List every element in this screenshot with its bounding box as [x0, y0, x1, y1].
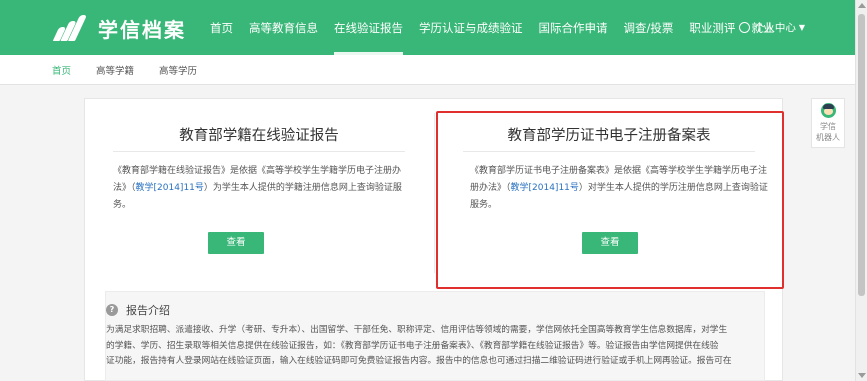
desc-line: 务。 — [113, 200, 132, 210]
sub-nav-bar: 首页 高等学籍 高等学历 — [0, 55, 855, 85]
scroll-down-icon[interactable] — [858, 373, 866, 378]
subnav-home[interactable]: 首页 — [52, 63, 71, 77]
user-icon — [738, 22, 750, 33]
top-navbar: 学信档案 首页 高等教育信息 在线验证报告 学历认证与成绩验证 国际合作申请 调… — [0, 0, 867, 55]
regulation-link[interactable]: 教学[2014]11号 — [136, 183, 204, 193]
main-nav: 首页 高等教育信息 在线验证报告 学历认证与成绩验证 国际合作申请 调查/投票 … — [210, 0, 790, 55]
chat-robot-widget[interactable]: 学信 机器人 — [811, 98, 845, 148]
intro-line: 的学籍、学历、招生录取等相关信息提供在线验证报告，如：《教育部学历证书电子注册备… — [106, 340, 719, 351]
view-enrollment-report-button[interactable]: 查看 — [208, 232, 264, 254]
robot-label: 学信 机器人 — [812, 121, 844, 143]
title-divider — [113, 151, 405, 152]
robot-avatar-icon — [821, 103, 836, 118]
nav-item-home[interactable]: 首页 — [210, 20, 233, 36]
nav-item-career-assessment[interactable]: 职业测评 — [689, 20, 735, 36]
chsi-logo[interactable]: 学信档案 — [52, 12, 186, 44]
enrollment-report-title: 教育部学籍在线验证报告 — [179, 128, 339, 144]
caret-down-icon: ▼ — [798, 23, 805, 32]
breadcrumb: 首页 高等学籍 高等学历 — [52, 55, 222, 85]
subnav-higher-degree[interactable]: 高等学历 — [159, 63, 197, 77]
logo-mark-icon — [52, 15, 92, 41]
question-icon: ? — [106, 304, 118, 316]
report-intro-text: 为满足求职招聘、派遣接收、升学（考研、专升本）、出国留学、干部任免、职称评定、信… — [106, 323, 766, 370]
robot-label-line: 机器人 — [816, 133, 840, 142]
report-intro-section: ? 报告介绍 为满足求职招聘、派遣接收、升学（考研、专升本）、出国留学、干部任免… — [105, 291, 765, 381]
enrollment-report-card: 教育部学籍在线验证报告 《教育部学籍在线验证报告》是依据《高等学校学生学籍学历电… — [85, 99, 433, 285]
intro-line: 为满足求职招聘、派遣接收、升学（考研、专升本）、出国留学、干部任免、职称评定、信… — [106, 325, 728, 335]
nav-item-degree-certification[interactable]: 学历认证与成绩验证 — [419, 20, 523, 36]
nav-item-international-cooperation[interactable]: 国际合作申请 — [539, 20, 608, 36]
desc-text: 法》（ — [113, 183, 136, 193]
vertical-scrollbar[interactable] — [855, 0, 867, 381]
report-intro-title: 报告介绍 — [126, 304, 170, 317]
subnav-higher-enrollment[interactable]: 高等学籍 — [96, 63, 134, 77]
desc-text: ）为学生本人提供的学籍注册信息网上查询验证服 — [203, 183, 402, 193]
enrollment-report-description: 《教育部学籍在线验证报告》是依据《高等学校学生学籍学历电子注册办 法》（教学[2… — [113, 163, 413, 214]
intro-line: 证功能，报告持有人登录网站在线验证页面，输入在线验证码即可免费验证报告内容。报告… — [106, 356, 732, 366]
user-center-label: 个人中心 — [753, 22, 796, 34]
highlight-box — [436, 111, 784, 289]
desc-line: 法》（教学[2014]11号）为学生本人提供的学籍注册信息网上查询验证服 — [113, 180, 413, 197]
nav-item-higher-education-info[interactable]: 高等教育信息 — [249, 20, 318, 36]
scrollbar-thumb[interactable] — [858, 14, 865, 296]
scroll-up-icon[interactable] — [858, 3, 866, 8]
user-center-menu[interactable]: 个人中心 ▼ — [738, 0, 805, 55]
desc-line: 《教育部学籍在线验证报告》是依据《高等学校学生学籍学历电子注册办 — [113, 166, 402, 176]
logo-text: 学信档案 — [98, 17, 186, 42]
nav-item-survey-vote[interactable]: 调查/投票 — [624, 20, 674, 36]
robot-label-line: 学信 — [820, 122, 836, 131]
nav-item-online-verification-report[interactable]: 在线验证报告 — [334, 20, 403, 55]
report-intro-header: ? 报告介绍 — [106, 302, 170, 318]
